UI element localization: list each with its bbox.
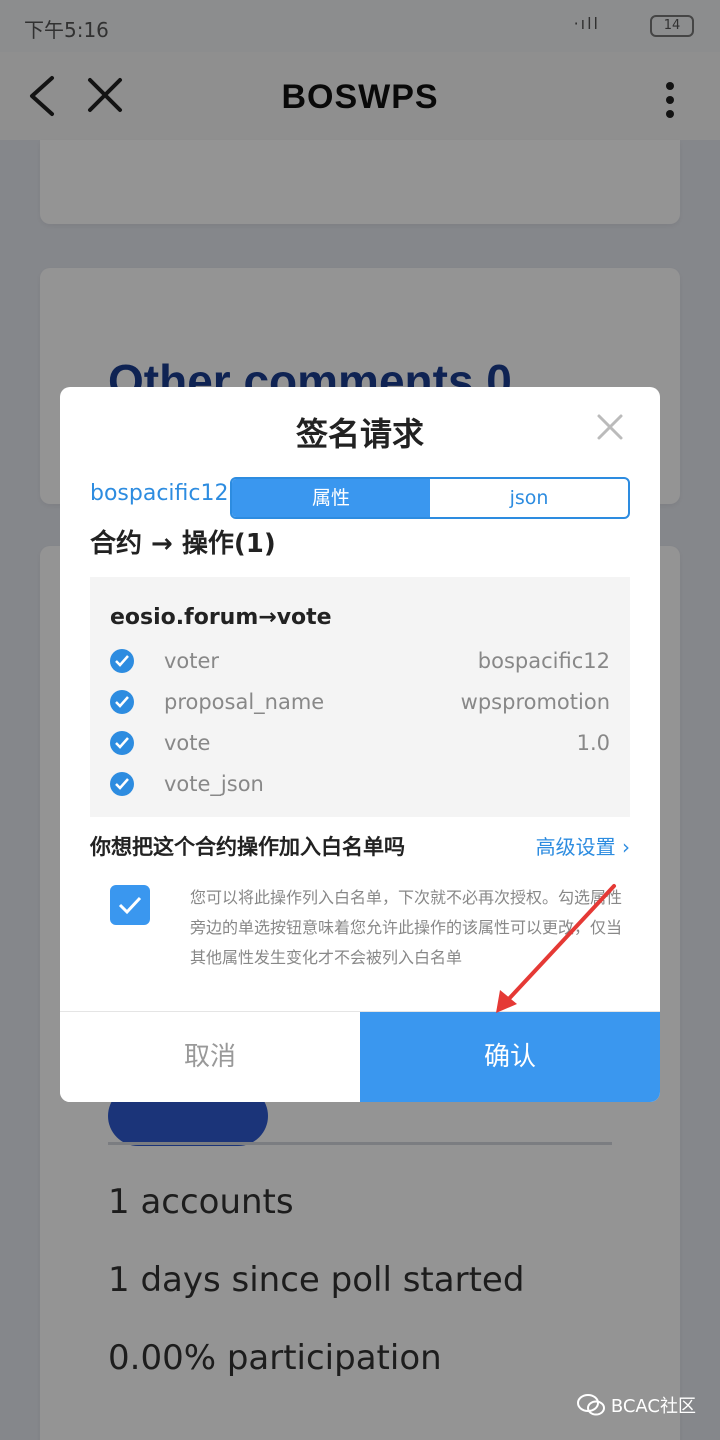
param-key: proposal_name xyxy=(164,690,325,714)
param-value: 1.0 xyxy=(576,731,610,755)
dialog-actions: 取消 确认 xyxy=(60,1011,660,1102)
check-icon[interactable] xyxy=(110,772,134,796)
wechat-icon xyxy=(576,1394,605,1416)
param-key: vote xyxy=(164,731,211,755)
signature-request-dialog: 签名请求 bospacific12@ 属性 json 合约 → 操作(1) eo… xyxy=(60,387,660,1102)
close-icon[interactable] xyxy=(596,413,624,441)
check-icon[interactable] xyxy=(110,731,134,755)
view-tabs: 属性 json xyxy=(230,477,630,519)
param-key: voter xyxy=(164,649,220,673)
action-name: eosio.forum→vote xyxy=(110,605,332,630)
confirm-button[interactable]: 确认 xyxy=(360,1012,660,1102)
check-icon[interactable] xyxy=(110,649,134,673)
param-row[interactable]: proposal_name wpspromotion xyxy=(110,688,610,718)
watermark-text: BCAC社区 xyxy=(610,1396,696,1417)
check-icon[interactable] xyxy=(110,690,134,714)
param-key: vote_json xyxy=(164,772,264,796)
param-row[interactable]: voter bospacific12 xyxy=(110,647,610,677)
whitelist-description: 您可以将此操作列入白名单，下次就不必再次授权。勾选属性旁边的单选按钮意味着您允许… xyxy=(190,888,623,967)
whitelist-question: 你想把这个合约操作加入白名单吗 xyxy=(90,835,405,859)
param-value: wpspromotion xyxy=(460,690,610,714)
cancel-button[interactable]: 取消 xyxy=(60,1012,360,1102)
action-params-panel: eosio.forum→vote voter bospacific12 prop… xyxy=(90,577,630,817)
tab-json[interactable]: json xyxy=(430,479,628,517)
advanced-settings-link[interactable]: 高级设置 › xyxy=(536,831,630,860)
tab-properties[interactable]: 属性 xyxy=(232,479,430,517)
param-row[interactable]: vote 1.0 xyxy=(110,729,610,759)
param-value: bospacific12 xyxy=(477,649,610,673)
watermark: BCAC社区 xyxy=(576,1392,696,1418)
param-row[interactable]: vote_json xyxy=(110,770,610,800)
account-name: bospacific12@ xyxy=(90,481,251,506)
whitelist-checkbox[interactable] xyxy=(110,885,150,925)
dialog-title: 签名请求 xyxy=(295,415,424,453)
action-header: 合约 → 操作(1) xyxy=(90,529,276,559)
